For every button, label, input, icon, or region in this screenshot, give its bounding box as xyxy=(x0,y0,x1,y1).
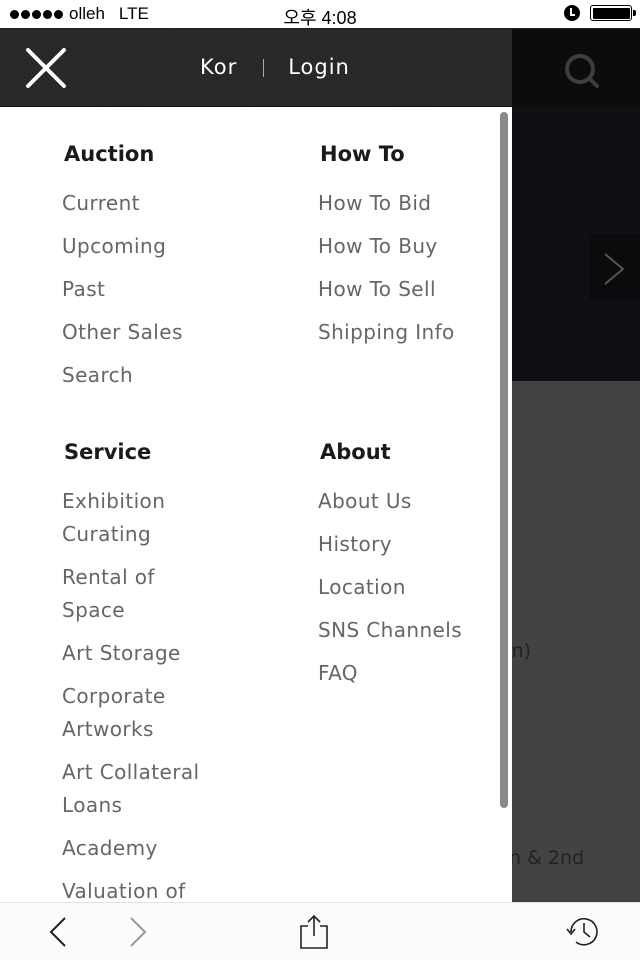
menu-item-valuation[interactable]: Valuation of xyxy=(62,875,242,902)
section-heading: How To xyxy=(320,142,405,166)
menu-section-about: About About Us History Location SNS Chan… xyxy=(318,437,498,700)
menu-item-search[interactable]: Search xyxy=(62,359,242,392)
share-icon xyxy=(300,914,328,949)
section-heading: Auction xyxy=(64,142,155,166)
menu-item-location[interactable]: Location xyxy=(318,571,498,604)
menu-item-sns-channels[interactable]: SNS Channels xyxy=(318,614,498,647)
menu-item-upcoming[interactable]: Upcoming xyxy=(62,230,242,263)
menu-item-academy[interactable]: Academy xyxy=(62,832,242,865)
divider xyxy=(263,59,265,77)
menu-item-other-sales[interactable]: Other Sales xyxy=(62,316,242,349)
alarm-icon xyxy=(564,5,580,21)
background-text-fragment: n & 2nd xyxy=(512,847,585,869)
menu-item-rental-of-space[interactable]: Rental of Space xyxy=(62,561,192,627)
battery-icon xyxy=(590,5,636,21)
menu-item-shipping-info[interactable]: Shipping Info xyxy=(318,316,498,349)
section-heading: Service xyxy=(64,440,152,464)
language-link[interactable]: Kor xyxy=(200,55,237,79)
background-page: on) n & 2nd xyxy=(512,29,640,902)
section-heading: About xyxy=(320,440,391,464)
menu-item-history[interactable]: History xyxy=(318,528,498,561)
menu-item-how-to-buy[interactable]: How To Buy xyxy=(318,230,498,263)
chevron-left-icon xyxy=(49,917,66,947)
menu-section-how-to: How To How To Bid How To Buy How To Sell… xyxy=(318,139,498,359)
hero-banner xyxy=(512,107,640,381)
navigation-drawer: Kor Login Auction Current Upcoming Past … xyxy=(0,29,512,902)
forward-button[interactable] xyxy=(116,903,160,960)
slider-next-button[interactable] xyxy=(589,234,640,301)
menu-section-service: Service Exhibition Curating Rental of Sp… xyxy=(62,437,242,902)
menu-item-exhibition-curating[interactable]: Exhibition Curating xyxy=(62,485,212,551)
drawer-scrollbar[interactable] xyxy=(500,112,508,808)
menu-item-art-collateral-loans[interactable]: Art Collateral Loans xyxy=(62,756,232,822)
menu-section-auction: Auction Current Upcoming Past Other Sale… xyxy=(62,139,242,402)
back-button[interactable] xyxy=(36,903,80,960)
share-button[interactable] xyxy=(292,903,336,960)
login-link[interactable]: Login xyxy=(288,55,350,79)
history-icon xyxy=(566,917,598,946)
menu-item-art-storage[interactable]: Art Storage xyxy=(62,637,242,670)
header-links: Kor Login xyxy=(200,55,350,79)
close-button[interactable] xyxy=(22,47,70,89)
status-right xyxy=(564,5,636,21)
history-button[interactable] xyxy=(558,903,608,960)
background-header xyxy=(512,29,640,107)
chevron-right-icon xyxy=(130,917,147,947)
background-text-fragment: on) xyxy=(512,640,532,662)
status-time: 오후 4:08 xyxy=(283,8,357,28)
menu-item-about-us[interactable]: About Us xyxy=(318,485,498,518)
menu-item-how-to-bid[interactable]: How To Bid xyxy=(318,187,498,220)
menu-item-faq[interactable]: FAQ xyxy=(318,657,498,690)
menu-item-corporate-artworks[interactable]: Corporate Artworks xyxy=(62,680,202,746)
status-bar: olleh LTE 오후 4:08 xyxy=(0,0,640,29)
menu-item-past[interactable]: Past xyxy=(62,273,242,306)
close-icon xyxy=(26,48,66,88)
menu-item-how-to-sell[interactable]: How To Sell xyxy=(318,273,498,306)
chevron-right-icon xyxy=(604,253,625,285)
menu-item-current[interactable]: Current xyxy=(62,187,242,220)
search-icon[interactable] xyxy=(562,51,602,91)
drawer-header: Kor Login xyxy=(0,29,512,107)
browser-toolbar xyxy=(0,902,640,960)
